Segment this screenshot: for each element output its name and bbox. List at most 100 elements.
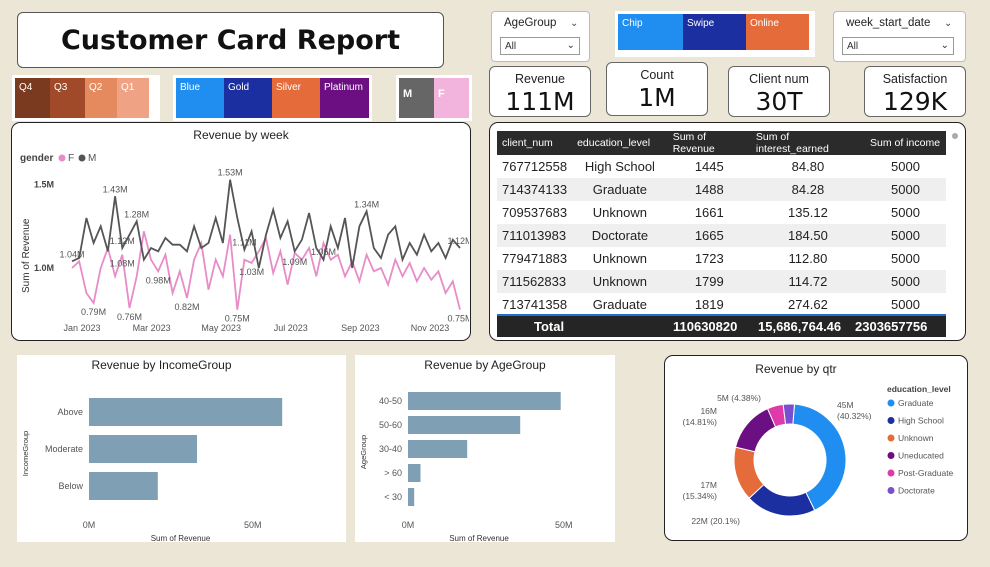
x-tick-label: 50M [244,520,262,530]
table-row[interactable]: 713741358 Graduate 1819 274.62 5000 [497,293,946,316]
quarter-tile-q4[interactable]: Q4 [15,78,50,118]
bar[interactable] [408,488,415,506]
card-tile-silver[interactable]: Silver [272,78,320,118]
gender-tile-m[interactable]: M [399,78,434,118]
kpi-count: Count 1M [606,62,708,116]
quarter-tile-q3[interactable]: Q3 [50,78,85,118]
table-cell: 711013983 [497,224,573,247]
data-label: 0.75M [447,314,469,324]
quarter-tile-q1[interactable]: Q1 [117,78,149,118]
legend-marker [78,154,86,162]
agegroup-filter[interactable]: AgeGroup ⌄ All ⌄ [491,11,590,62]
table-header-row: client_num education_level Sum of Revenu… [497,131,946,155]
txn-tile-swipe[interactable]: Swipe [683,14,746,50]
bar[interactable] [89,398,283,426]
category-label: Moderate [45,444,83,454]
kpi-client-num-label: Client num [749,72,809,86]
bar[interactable] [408,440,468,458]
column-header[interactable]: Sum of interest_earned [750,131,865,155]
revenue-by-qtr-card: Revenue by qtr 45M (40.32%) 22M (20.1%) 17M… [664,355,968,541]
column-header[interactable]: Sum of income [865,131,946,155]
column-header[interactable]: client_num [497,131,573,155]
bar[interactable] [408,416,521,434]
table-row[interactable]: 711013983 Doctorate 1665 184.50 5000 [497,224,946,247]
week-start-filter-label: week_start_date [846,17,931,29]
data-label: 0.98M [146,275,171,285]
report-canvas: Customer Card Report Q4 Q3 Q2 Q1 Blue Go… [0,0,990,567]
data-label: 0.75M [225,314,250,324]
txn-tile-online[interactable]: Online [746,14,809,50]
gender-tile-f[interactable]: F [434,78,469,118]
x-axis-label: Sum of Revenue [449,534,509,542]
category-label: > 60 [384,468,402,478]
table-cell: 1723 [694,251,724,266]
quarter-tile-q2[interactable]: Q2 [85,78,117,118]
bar[interactable] [89,472,158,500]
table-cell: 1445 [694,159,724,174]
y-axis-label: IncomeGroup [21,431,30,476]
report-title: Customer Card Report [60,24,400,56]
table-cell: 5000 [865,270,946,293]
table-cell: Graduate [592,297,647,312]
legend-entry: High School [898,416,944,426]
scroll-indicator[interactable] [952,133,958,139]
legend-marker [887,487,895,494]
chevron-down-icon: ⌄ [566,40,575,51]
report-page: Customer Card Report Q4 Q3 Q2 Q1 Blue Go… [4,4,986,563]
gender-slicer: M F [396,75,472,121]
table-row[interactable]: 711562833 Unknown 1799 114.72 5000 [497,270,946,293]
total-income: 2303657756 [855,318,928,334]
card-tile-platinum[interactable]: Platinum [320,78,369,118]
column-header[interactable]: Sum of Revenue [667,131,751,155]
table-cell: Unknown [572,270,668,293]
data-label: 1.43M [103,184,128,194]
bar[interactable] [408,392,561,410]
donut-slice[interactable] [734,408,777,453]
report-title-box: Customer Card Report [17,12,444,68]
category-label: Above [57,407,83,417]
bar[interactable] [89,435,197,463]
table-cell: 767712558 [502,159,568,174]
data-label: 1.28M [124,209,149,219]
table-row[interactable]: 714374133 Graduate 1488 84.28 5000 [497,178,946,201]
series-line-m [71,179,461,269]
column-header[interactable]: education_level [572,131,668,155]
table-cell: 114.72 [750,270,865,293]
kpi-satisfaction-label: Satisfaction [882,72,948,86]
week-start-select-value: All [847,41,859,52]
agegroup-select[interactable]: All ⌄ [500,37,580,55]
card-tile-blue[interactable]: Blue [176,78,224,118]
legend-marker [887,399,895,407]
legend-entry: F [68,153,74,164]
table-cell: 112.80 [788,251,828,266]
chevron-down-icon[interactable]: ⌄ [944,18,952,29]
chevron-down-icon[interactable]: ⌄ [570,18,578,29]
data-label: 1.12M [447,236,469,246]
data-label: 1.11M [232,238,256,248]
table-cell: 711562833 [497,270,573,293]
table-cell: 5000 [891,205,920,220]
table-row[interactable]: 709537683 Unknown 1661 135.12 5000 [497,201,946,224]
data-label: 1.05M [311,247,336,257]
table-cell: 779471883 [502,251,568,266]
total-divider [497,314,946,316]
x-tick-label: Mar 2023 [133,323,171,333]
table-total-row: Total 110630820 15,686,764.46 2303657756 [497,315,946,337]
week-start-filter[interactable]: week_start_date ⌄ All ⌄ [833,11,966,62]
donut-data-label: (15.34%) [683,491,718,501]
kpi-count-value: 1M [638,83,676,112]
legend-entry: Post-Graduate [898,468,954,478]
table-row[interactable]: 779471883 Unknown 1723 112.80 5000 [497,247,946,270]
agegroup-filter-label: AgeGroup [504,17,557,29]
donut-slice[interactable] [782,403,796,425]
week-start-select[interactable]: All ⌄ [842,37,954,55]
kpi-client-num: Client num 30T [728,66,830,117]
table-cell: Unknown [592,205,647,220]
table-row[interactable]: 767712558 High School 1445 84.80 5000 [497,155,946,178]
kpi-client-num-value: 30T [755,87,803,116]
card-tile-gold[interactable]: Gold [224,78,272,118]
card-category-slicer: Blue Gold Silver Platinum [173,75,372,121]
txn-tile-chip[interactable]: Chip [618,14,683,50]
data-label: 1.08M [110,259,135,269]
bar[interactable] [408,464,421,482]
